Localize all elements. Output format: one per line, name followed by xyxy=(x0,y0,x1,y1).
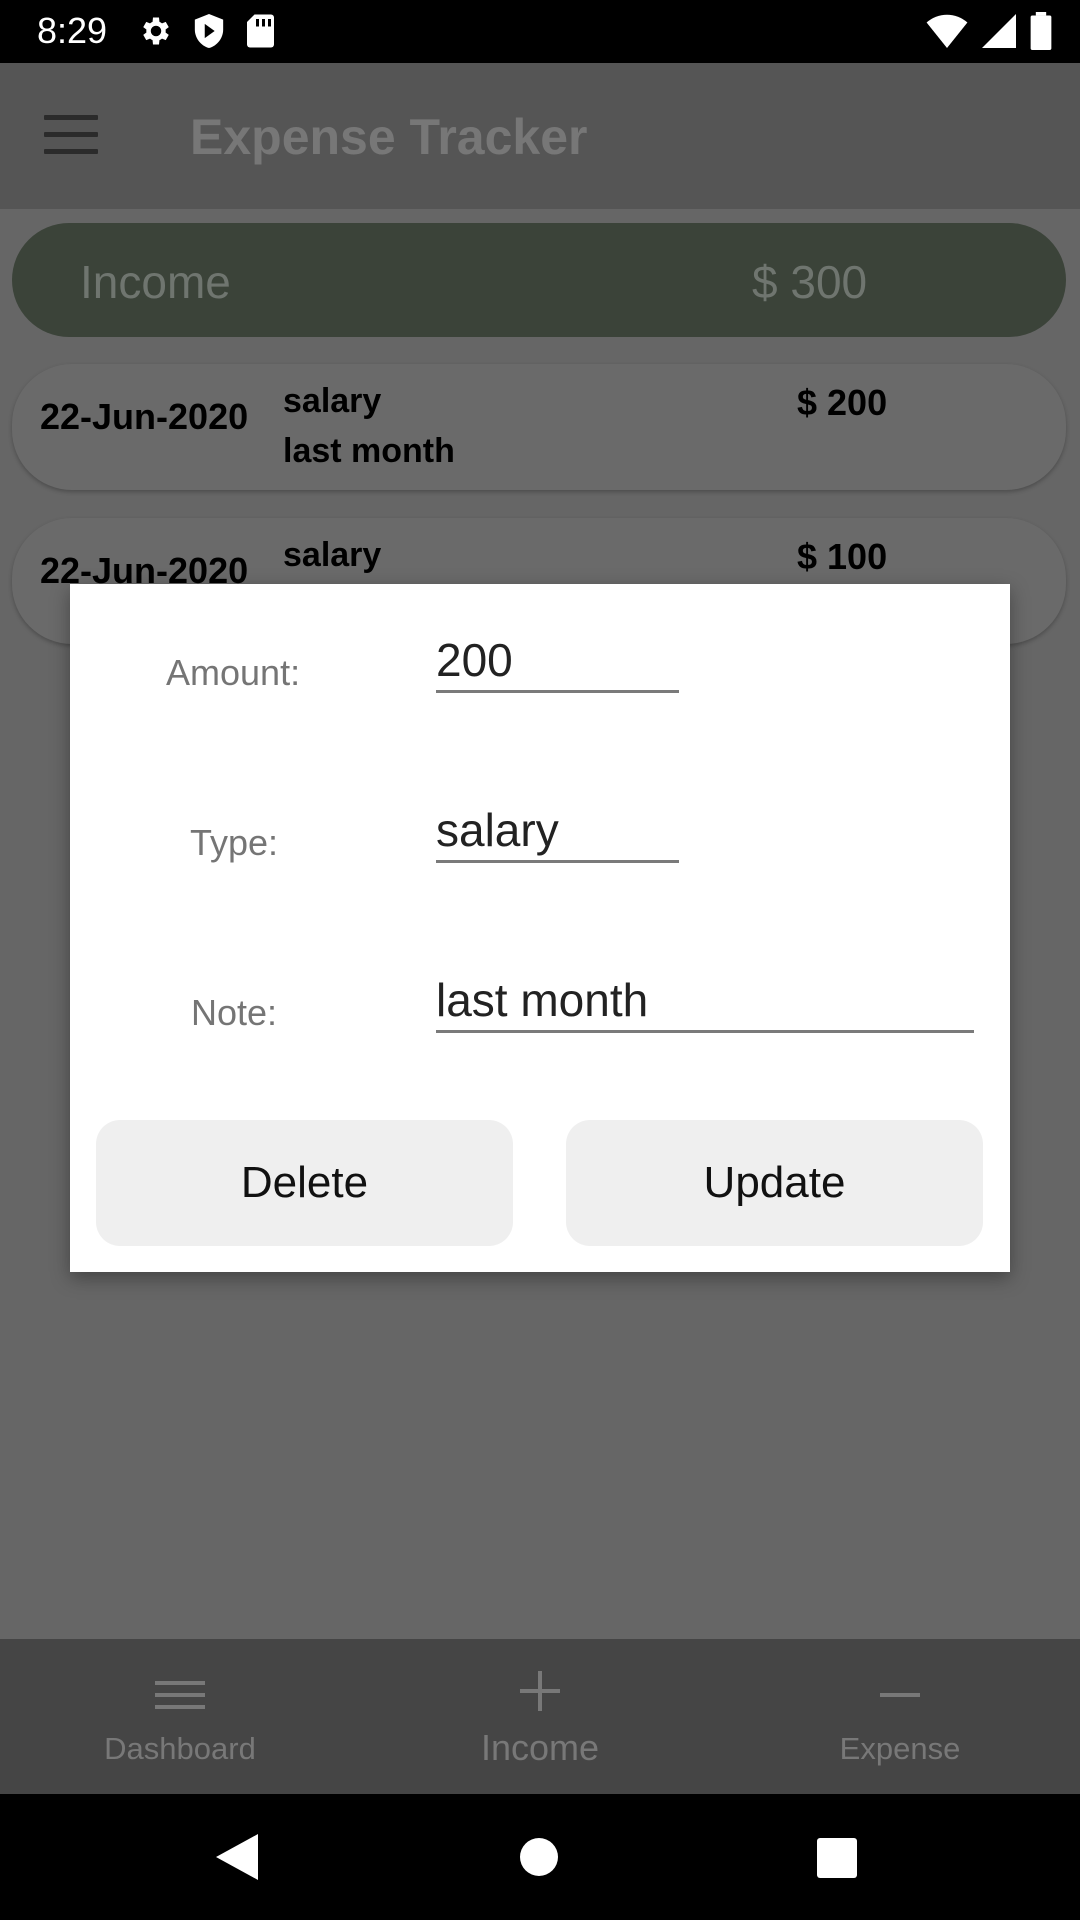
hamburger-menu-icon[interactable] xyxy=(44,115,98,155)
note-label: Note: xyxy=(191,992,278,1033)
amount-label: Amount: xyxy=(166,652,301,693)
status-icons-right xyxy=(926,12,1052,50)
entry-note: last month xyxy=(283,432,455,470)
wifi-icon xyxy=(926,14,968,48)
entry-type: salary xyxy=(283,382,382,420)
entry-date: 22-Jun-2020 xyxy=(40,396,249,437)
nav-income[interactable]: Income xyxy=(360,1639,720,1794)
sd-card-icon xyxy=(247,14,274,48)
system-navigation-bar xyxy=(0,1794,1080,1920)
amount-input[interactable] xyxy=(436,630,679,693)
type-input[interactable] xyxy=(436,800,679,863)
battery-icon xyxy=(1030,12,1052,50)
edit-entry-dialog: Amount: Type: Note: Delete Update xyxy=(70,584,1010,1272)
type-label: Type: xyxy=(190,822,279,863)
nav-expense[interactable]: Expense xyxy=(720,1639,1080,1794)
entry-amount: $ 200 xyxy=(797,382,888,423)
income-label: Income xyxy=(80,256,231,308)
home-icon[interactable] xyxy=(520,1838,558,1876)
list-icon xyxy=(155,1681,205,1709)
minus-icon xyxy=(880,1693,920,1697)
income-entry[interactable]: 22-Jun-2020 salary last month $ 200 xyxy=(12,364,1066,490)
status-bar: 8:29 xyxy=(0,0,1080,63)
nav-income-label: Income xyxy=(480,1727,600,1768)
delete-button[interactable]: Delete xyxy=(96,1120,513,1246)
nav-dashboard[interactable]: Dashboard xyxy=(0,1639,360,1794)
note-input[interactable] xyxy=(436,970,974,1033)
app-title: Expense Tracker xyxy=(190,109,588,165)
app-bar: Expense Tracker xyxy=(0,63,1080,209)
nav-expense-label: Expense xyxy=(839,1731,961,1766)
status-icons-left xyxy=(138,12,274,50)
back-icon[interactable] xyxy=(216,1834,258,1880)
signal-icon xyxy=(982,14,1016,48)
status-time: 8:29 xyxy=(37,10,108,51)
entry-type: salary xyxy=(283,536,382,574)
plus-icon xyxy=(520,1671,560,1711)
shield-icon xyxy=(194,14,224,48)
recents-icon[interactable] xyxy=(817,1838,857,1878)
income-summary-card: Income $ 300 xyxy=(12,223,1066,337)
income-total: $ 300 xyxy=(752,256,868,308)
update-button[interactable]: Update xyxy=(566,1120,983,1246)
nav-dashboard-label: Dashboard xyxy=(104,1731,256,1766)
gear-icon xyxy=(143,17,169,45)
entry-amount: $ 100 xyxy=(797,536,888,577)
bottom-navigation: Dashboard Income Expense xyxy=(0,1639,1080,1794)
